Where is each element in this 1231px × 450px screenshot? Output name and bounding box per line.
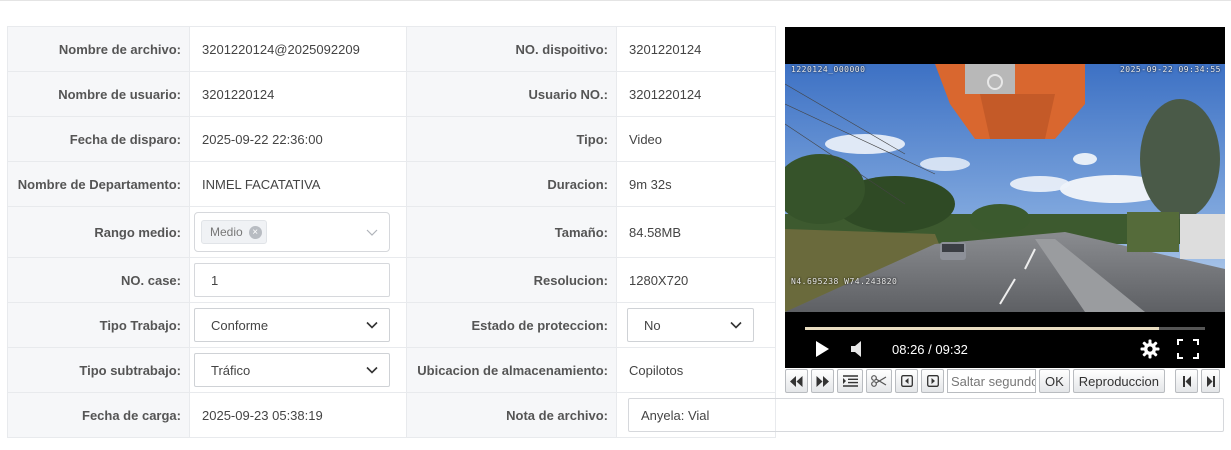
fecha-disparo-value: 2025-09-22 22:36:00 [189,116,407,162]
departamento-label: Nombre de Departamento: [7,161,190,207]
table-row: Tipo Trabajo: Conforme Estado de protecc… [7,302,776,348]
fecha-disparo-label: Fecha de disparo: [7,116,190,162]
departamento-value: INMEL FACATATIVA [189,161,407,207]
tamano-value: 84.58MB [616,206,776,258]
tag-remove-icon[interactable]: × [248,225,262,239]
table-row: Nombre de Departamento: INMEL FACATATIVA… [7,161,776,207]
nombre-usuario-value: 3201220124 [189,71,407,117]
tipo-subtrabajo-label: Tipo subtrabajo: [7,347,190,393]
progress-fill [805,327,1159,330]
rango-medio-cell: Medio × [189,206,407,258]
ok-button[interactable]: OK [1039,369,1070,393]
nombre-archivo-label: Nombre de archivo: [7,26,190,72]
fullscreen-icon[interactable] [1177,339,1199,362]
tipo-subtrabajo-select[interactable]: Tráfico [194,353,390,387]
frame-forward-icon[interactable] [921,369,944,393]
nombre-archivo-value: 3201220124@2025092209 [189,26,407,72]
tipo-trabajo-cell: Conforme [189,302,407,348]
rango-medio-select[interactable]: Medio × [194,212,390,252]
frame-back-icon[interactable] [895,369,918,393]
osd-channel: 1220124_000000 [791,65,866,74]
nombre-usuario-label: Nombre de usuario: [7,71,190,117]
nota-archivo-label: Nota de archivo: [406,392,617,438]
table-row: Tipo subtrabajo: Tráfico Ubicacion de al… [7,347,776,393]
ubicacion-value: Copilotos [616,347,776,393]
skip-start-icon[interactable] [1175,369,1199,393]
tipo-trabajo-selected: Conforme [211,317,269,333]
tipo-label: Tipo: [406,116,617,162]
table-row: Rango medio: Medio × Tamaño: 84.58MB [7,206,776,258]
no-case-input[interactable]: 1 [194,263,390,297]
estado-proteccion-label: Estado de proteccion: [406,302,617,348]
list-icon[interactable] [837,369,863,393]
dashcam-scene [785,64,1225,312]
usuario-no-value: 3201220124 [616,71,776,117]
file-info-table: Nombre de archivo: 3201220124@2025092209… [7,26,776,438]
skip-end-icon[interactable] [1201,369,1221,393]
no-dispositivo-value: 3201220124 [616,26,776,72]
tipo-subtrabajo-cell: Tráfico [189,347,407,393]
tamano-label: Tamaño: [406,206,617,258]
chevron-down-icon [365,318,379,332]
reproduccion-button[interactable]: Reproduccion [1072,369,1166,393]
osd-datetime: 2025-09-22 09:34:55 [1119,65,1221,74]
time-display: 08:26 / 09:32 [892,342,968,357]
play-icon[interactable] [814,340,830,361]
duracion-value: 9m 32s [616,161,776,207]
chevron-down-icon [365,363,379,377]
no-case-cell: 1 [189,257,407,303]
estado-proteccion-select[interactable]: No [627,308,754,342]
rewind-icon[interactable] [785,369,808,393]
tipo-value: Video [616,116,776,162]
volume-icon[interactable] [850,340,864,361]
duracion-label: Duracion: [406,161,617,207]
progress-bar[interactable] [805,327,1205,330]
nota-archivo-input[interactable]: Anyela: Vial [628,398,1224,432]
table-row: Nombre de usuario: 3201220124 Usuario NO… [7,71,776,117]
fecha-carga-value: 2025-09-23 05:38:19 [189,392,407,438]
table-row: NO. case: 1 Resolucion: 1280X720 [7,257,776,303]
playback-toolbar: Saltar segundos OK Reproduccion [785,368,1225,394]
table-row: Nombre de archivo: 3201220124@2025092209… [7,26,776,72]
chevron-down-icon [729,318,743,332]
usuario-no-label: Usuario NO.: [406,71,617,117]
resolucion-value: 1280X720 [616,257,776,303]
tipo-subtrabajo-selected: Tráfico [211,362,251,378]
medio-tag-label: Medio [210,225,243,239]
video-frame[interactable]: 1220124_000000 2025-09-22 09:34:55 N4.69… [785,64,1225,312]
medio-tag: Medio × [201,220,267,244]
osd-gps: N4.695238 W74.243820 [791,277,898,286]
ubicacion-label: Ubicacion de almacenamiento: [406,347,617,393]
scissors-icon[interactable] [866,369,892,393]
no-dispositivo-label: NO. dispoitivo: [406,26,617,72]
video-player[interactable]: 1220124_000000 2025-09-22 09:34:55 N4.69… [785,27,1225,368]
fast-forward-icon[interactable] [811,369,834,393]
top-divider [0,0,1231,1]
no-case-label: NO. case: [7,257,190,303]
rango-medio-label: Rango medio: [7,206,190,258]
resolucion-label: Resolucion: [406,257,617,303]
tipo-trabajo-select[interactable]: Conforme [194,308,390,342]
gear-icon[interactable] [1140,339,1160,362]
seek-seconds-input[interactable]: Saltar segundos [947,369,1036,393]
estado-proteccion-cell: No [616,302,776,348]
fecha-carga-label: Fecha de carga: [7,392,190,438]
table-row: Fecha de disparo: 2025-09-22 22:36:00 Ti… [7,116,776,162]
estado-proteccion-selected: No [644,317,661,333]
tipo-trabajo-label: Tipo Trabajo: [7,302,190,348]
chevron-down-icon [365,225,379,239]
